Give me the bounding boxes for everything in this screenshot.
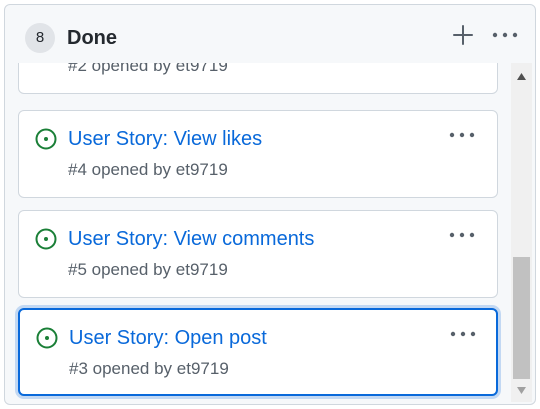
issue-card[interactable]: User Story: View likes #4 opened by et97…	[18, 110, 498, 198]
column-header: 8 Done	[5, 5, 535, 63]
column-title: Done	[67, 27, 117, 49]
project-column: 8 Done #2 opened by et9719 User Story: V…	[4, 4, 536, 405]
kebab-horizontal-icon	[450, 331, 476, 337]
scroll-up-button[interactable]	[511, 67, 532, 87]
plus-icon	[453, 25, 473, 45]
card-title-link[interactable]: User Story: View likes	[68, 127, 262, 151]
author-name: et9719	[175, 63, 228, 75]
column-menu-button[interactable]	[489, 19, 521, 51]
opened-by-text: opened by	[87, 359, 177, 378]
opened-by-text: opened by	[86, 260, 176, 279]
issue-number: #3	[69, 359, 88, 378]
issue-number: #4	[68, 160, 87, 179]
add-card-button[interactable]	[447, 19, 479, 51]
triangle-down-icon	[517, 387, 526, 394]
card-menu-button[interactable]	[445, 223, 479, 247]
issue-card[interactable]: #2 opened by et9719	[18, 63, 498, 94]
card-title-link[interactable]: User Story: Open post	[69, 326, 267, 350]
card-menu-button[interactable]	[446, 322, 480, 346]
issue-number: #5	[68, 260, 87, 279]
issue-opened-icon	[36, 327, 58, 349]
issue-card[interactable]: User Story: View comments #5 opened by e…	[18, 210, 498, 298]
card-meta: #4 opened by et9719	[68, 160, 228, 180]
vertical-scrollbar[interactable]	[511, 63, 532, 402]
card-title-link[interactable]: User Story: View comments	[68, 227, 314, 251]
kebab-horizontal-icon	[449, 232, 475, 238]
triangle-up-icon	[517, 73, 526, 80]
scroll-thumb[interactable]	[513, 257, 530, 379]
issue-number: #2	[68, 63, 87, 75]
issue-card-selected[interactable]: User Story: Open post #3 opened by et971…	[18, 308, 498, 396]
scroll-down-button[interactable]	[511, 380, 532, 400]
issue-opened-icon	[35, 228, 57, 250]
card-menu-button[interactable]	[445, 123, 479, 147]
author-name: et9719	[175, 160, 228, 179]
cards-list: #2 opened by et9719 User Story: View lik…	[5, 63, 510, 404]
opened-by-text: opened by	[86, 160, 176, 179]
issue-opened-icon	[35, 128, 57, 150]
card-meta: #2 opened by et9719	[68, 63, 228, 76]
kebab-horizontal-icon	[449, 132, 475, 138]
opened-by-text: opened by	[86, 63, 176, 75]
card-meta: #3 opened by et9719	[69, 359, 229, 379]
item-count-badge: 8	[25, 23, 55, 53]
card-meta: #5 opened by et9719	[68, 260, 228, 280]
author-name: et9719	[175, 260, 228, 279]
kebab-horizontal-icon	[492, 32, 518, 38]
author-name: et9719	[176, 359, 229, 378]
